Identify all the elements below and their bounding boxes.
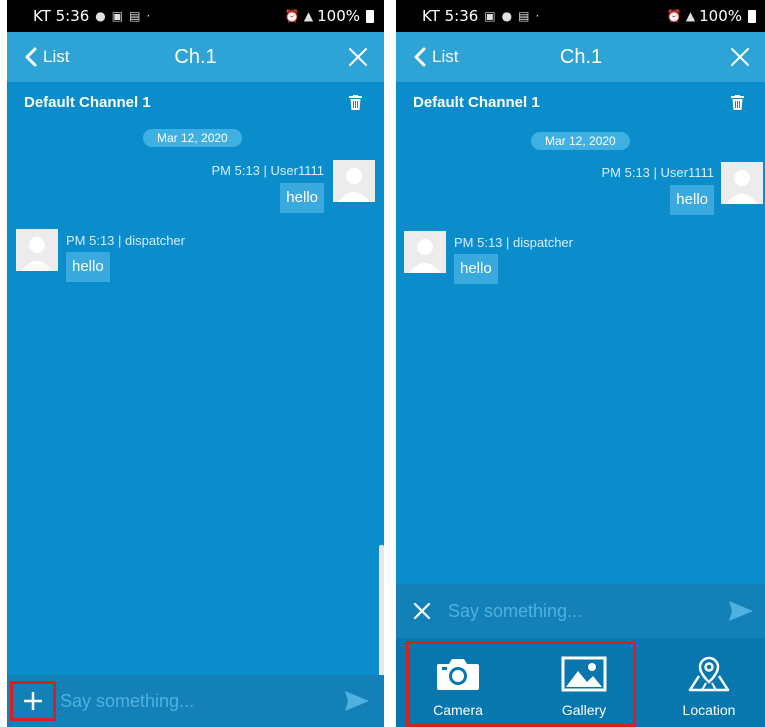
navigation-bar: List Ch.1 <box>7 32 384 82</box>
close-icon[interactable] <box>730 47 750 67</box>
notification-icon: ● <box>95 9 106 23</box>
gallery-icon <box>561 656 607 692</box>
avatar <box>721 162 763 204</box>
chevron-left-icon <box>414 47 426 67</box>
camera-button[interactable]: Camera <box>408 638 508 727</box>
trash-icon[interactable] <box>731 95 744 110</box>
dot-icon: · <box>146 9 151 23</box>
message-meta: PM 5:13 | User1111 <box>211 163 325 178</box>
message-bubble[interactable]: hello <box>670 185 714 215</box>
message-meta: PM 5:13 | dispatcher <box>66 233 185 248</box>
navigation-bar: List Ch.1 <box>396 32 765 82</box>
battery-icon <box>748 9 756 23</box>
avatar <box>404 231 446 273</box>
notification-icon: ● <box>501 9 513 23</box>
date-divider: Mar 12, 2020 <box>531 132 630 150</box>
user-silhouette-icon <box>721 162 763 204</box>
chevron-left-icon <box>25 47 37 67</box>
message-meta: PM 5:13 | User1111 <box>601 165 715 180</box>
message-input-bar: Say something... <box>7 675 384 727</box>
gallery-label: Gallery <box>561 702 607 718</box>
alarm-icon: ⏰ <box>284 9 300 23</box>
status-bar: KT 5:36 ● ▣ ▤ · ⏰ ▲ 100% <box>7 0 384 32</box>
attachment-menu: Camera Gallery Location <box>396 638 765 727</box>
camera-icon <box>437 659 479 690</box>
plus-icon <box>24 692 42 710</box>
message-bubble[interactable]: hello <box>66 252 110 282</box>
channel-header: Default Channel 1 <box>396 82 765 122</box>
trash-icon[interactable] <box>349 95 362 110</box>
channel-name: Default Channel 1 <box>413 94 540 111</box>
avatar <box>333 160 375 202</box>
signal-icon: ▲ <box>685 9 696 23</box>
carrier-time: KT 5:36 <box>422 7 479 25</box>
message-bubble[interactable]: hello <box>454 254 498 284</box>
signal-icon: ▲ <box>303 9 314 23</box>
back-label: List <box>43 47 70 66</box>
camera-label: Camera <box>433 702 483 718</box>
gallery-notify-icon: ▣ <box>484 9 496 23</box>
scrollbar[interactable] <box>379 545 384 685</box>
tc-app-icon: ▤ <box>129 9 141 23</box>
message-input-bar: Say something... <box>396 584 765 638</box>
message-meta: PM 5:13 | dispatcher <box>454 235 573 250</box>
date-divider: Mar 12, 2020 <box>143 129 242 147</box>
user-silhouette-icon <box>404 231 446 273</box>
message-bubble[interactable]: hello <box>280 183 324 213</box>
close-icon[interactable] <box>348 47 368 67</box>
alarm-icon: ⏰ <box>666 9 682 23</box>
battery-percent: 100% <box>699 7 742 25</box>
channel-name: Default Channel 1 <box>24 94 151 111</box>
send-icon[interactable] <box>728 600 754 622</box>
message-input[interactable]: Say something... <box>448 584 708 638</box>
chat-screen-collapsed: KT 5:36 ● ▣ ▤ · ⏰ ▲ 100% List Ch.1 Defau… <box>7 0 384 727</box>
dot-icon: · <box>535 9 540 23</box>
user-silhouette-icon <box>333 160 375 202</box>
gallery-button[interactable]: Gallery <box>534 638 634 727</box>
location-button[interactable]: Location <box>659 638 759 727</box>
channel-header: Default Channel 1 <box>7 82 384 122</box>
map-location-icon <box>688 656 730 692</box>
tc-app-icon: ▤ <box>518 9 530 23</box>
close-icon[interactable] <box>413 602 431 620</box>
chat-screen-attach-menu: KT 5:36 ▣ ● ▤ · ⏰ ▲ 100% List Ch.1 Defau… <box>396 0 765 727</box>
user-silhouette-icon <box>16 229 58 271</box>
back-button[interactable]: List <box>414 32 458 82</box>
location-label: Location <box>682 702 736 718</box>
avatar <box>16 229 58 271</box>
battery-icon <box>366 9 374 23</box>
back-button[interactable]: List <box>25 32 69 82</box>
carrier-time: KT 5:36 <box>33 7 90 25</box>
message-input[interactable]: Say something... <box>60 675 330 727</box>
gallery-notify-icon: ▣ <box>111 9 124 23</box>
status-bar: KT 5:36 ▣ ● ▤ · ⏰ ▲ 100% <box>396 0 765 32</box>
attach-plus-button[interactable] <box>10 681 56 721</box>
battery-percent: 100% <box>317 7 360 25</box>
back-label: List <box>432 47 459 66</box>
send-icon[interactable] <box>344 690 370 712</box>
